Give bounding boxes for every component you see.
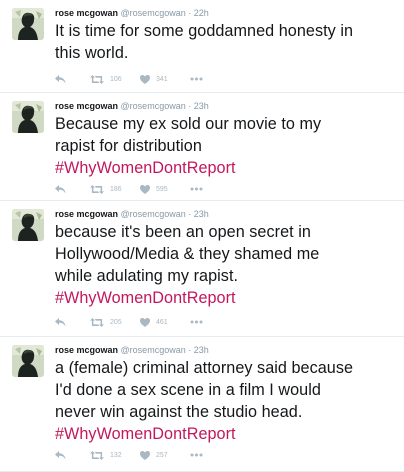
reply-icon	[55, 184, 66, 194]
tweet-header: rose mcgowan @rosemcgowan · 23h	[55, 208, 209, 220]
user-handle[interactable]: @rosemcgowan	[121, 209, 186, 219]
reply-button[interactable]	[55, 450, 90, 460]
reply-icon	[55, 74, 66, 84]
tweet-text-line: It is time for some goddamned honesty in	[55, 22, 354, 40]
retweet-count: 205	[110, 318, 122, 326]
tweet[interactable]: rose mcgowan @rosemcgowan · 23h because …	[0, 201, 404, 337]
more-button[interactable]	[190, 453, 210, 457]
tweet-text-line: I'd done a sex scene in a film I would	[55, 381, 321, 399]
reply-button[interactable]	[55, 317, 90, 327]
reply-icon	[55, 317, 66, 327]
user-name[interactable]: rose mcgowan	[55, 8, 118, 18]
timestamp[interactable]: 23h	[194, 101, 209, 111]
user-handle[interactable]: @rosemcgowan	[121, 8, 186, 18]
hashtag-link[interactable]: #WhyWomenDontReport	[55, 423, 400, 445]
retweet-count: 132	[110, 451, 122, 459]
separator: ·	[188, 8, 192, 18]
tweet-header: rose mcgowan @rosemcgowan · 23h	[55, 100, 209, 112]
avatar-image	[12, 8, 44, 40]
timestamp[interactable]: 22h	[194, 8, 209, 18]
retweet-icon	[90, 317, 104, 327]
tweet[interactable]: rose mcgowan @rosemcgowan · 22h It is ti…	[0, 0, 404, 93]
tweet[interactable]: rose mcgowan @rosemcgowan · 23h Because …	[0, 93, 404, 201]
tweet-actions: 106 341	[55, 72, 210, 86]
tweet-text-line: a (female) criminal attorney said becaus…	[55, 359, 354, 377]
retweet-button[interactable]: 106	[90, 74, 140, 84]
tweet-actions: 132 257	[55, 448, 210, 462]
like-count: 257	[156, 451, 168, 459]
retweet-button[interactable]: 132	[90, 450, 140, 460]
tweet-text-line: Because my ex sold our movie to my	[55, 115, 322, 133]
user-handle[interactable]: @rosemcgowan	[121, 345, 186, 355]
more-button[interactable]	[190, 320, 210, 324]
avatar-image	[12, 101, 44, 133]
tweet-text-line: rapist for distribution	[55, 137, 202, 155]
retweet-icon	[90, 450, 104, 460]
retweet-count: 106	[110, 75, 122, 83]
hashtag-link[interactable]: #WhyWomenDontReport	[55, 157, 400, 179]
avatar-image	[12, 209, 44, 241]
tweet-text-line: this world.	[55, 44, 129, 62]
like-count: 461	[156, 318, 168, 326]
heart-icon	[140, 450, 150, 460]
tweet-actions: 205 461	[55, 315, 210, 329]
more-icon	[190, 320, 203, 324]
separator: ·	[188, 345, 192, 355]
retweet-button[interactable]: 186	[90, 184, 140, 194]
separator: ·	[188, 101, 192, 111]
more-icon	[190, 77, 203, 81]
tweet-text-line: never win against the studio head.	[55, 403, 303, 421]
tweet-text-line: while adulating my rapist.	[55, 267, 239, 285]
more-button[interactable]	[190, 187, 210, 191]
heart-icon	[140, 184, 150, 194]
tweet-text-line: because it's been an open secret in	[55, 223, 311, 241]
tweet[interactable]: rose mcgowan @rosemcgowan · 23h a (femal…	[0, 337, 404, 472]
like-count: 595	[156, 185, 168, 193]
retweet-icon	[90, 74, 104, 84]
avatar[interactable]	[12, 209, 44, 241]
more-button[interactable]	[190, 77, 210, 81]
avatar[interactable]	[12, 8, 44, 40]
tweet-text: Because my ex sold our movie to my rapist…	[55, 113, 400, 179]
timestamp[interactable]: 23h	[194, 209, 209, 219]
hashtag-link[interactable]: #WhyWomenDontReport	[55, 287, 400, 309]
separator: ·	[188, 209, 192, 219]
reply-button[interactable]	[55, 74, 90, 84]
avatar[interactable]	[12, 345, 44, 377]
retweet-count: 186	[110, 185, 122, 193]
like-count: 341	[156, 75, 168, 83]
avatar[interactable]	[12, 101, 44, 133]
user-name[interactable]: rose mcgowan	[55, 345, 118, 355]
retweet-icon	[90, 184, 104, 194]
tweet-header: rose mcgowan @rosemcgowan · 23h	[55, 344, 209, 356]
timestamp[interactable]: 23h	[194, 345, 209, 355]
tweet-actions: 186 595	[55, 182, 210, 196]
like-button[interactable]: 595	[140, 184, 190, 194]
tweet-text: because it's been an open secret in Holly…	[55, 221, 400, 309]
tweet-text: a (female) criminal attorney said becaus…	[55, 357, 400, 445]
reply-icon	[55, 450, 66, 460]
heart-icon	[140, 317, 150, 327]
tweet-text-line: Hollywood/Media & they shamed me	[55, 245, 320, 263]
like-button[interactable]: 461	[140, 317, 190, 327]
retweet-button[interactable]: 205	[90, 317, 140, 327]
avatar-image	[12, 345, 44, 377]
user-name[interactable]: rose mcgowan	[55, 209, 118, 219]
more-icon	[190, 453, 203, 457]
reply-button[interactable]	[55, 184, 90, 194]
tweet-text: It is time for some goddamned honesty in…	[55, 20, 400, 64]
like-button[interactable]: 341	[140, 74, 190, 84]
tweet-header: rose mcgowan @rosemcgowan · 22h	[55, 7, 209, 19]
like-button[interactable]: 257	[140, 450, 190, 460]
user-handle[interactable]: @rosemcgowan	[121, 101, 186, 111]
more-icon	[190, 187, 203, 191]
heart-icon	[140, 74, 150, 84]
user-name[interactable]: rose mcgowan	[55, 101, 118, 111]
